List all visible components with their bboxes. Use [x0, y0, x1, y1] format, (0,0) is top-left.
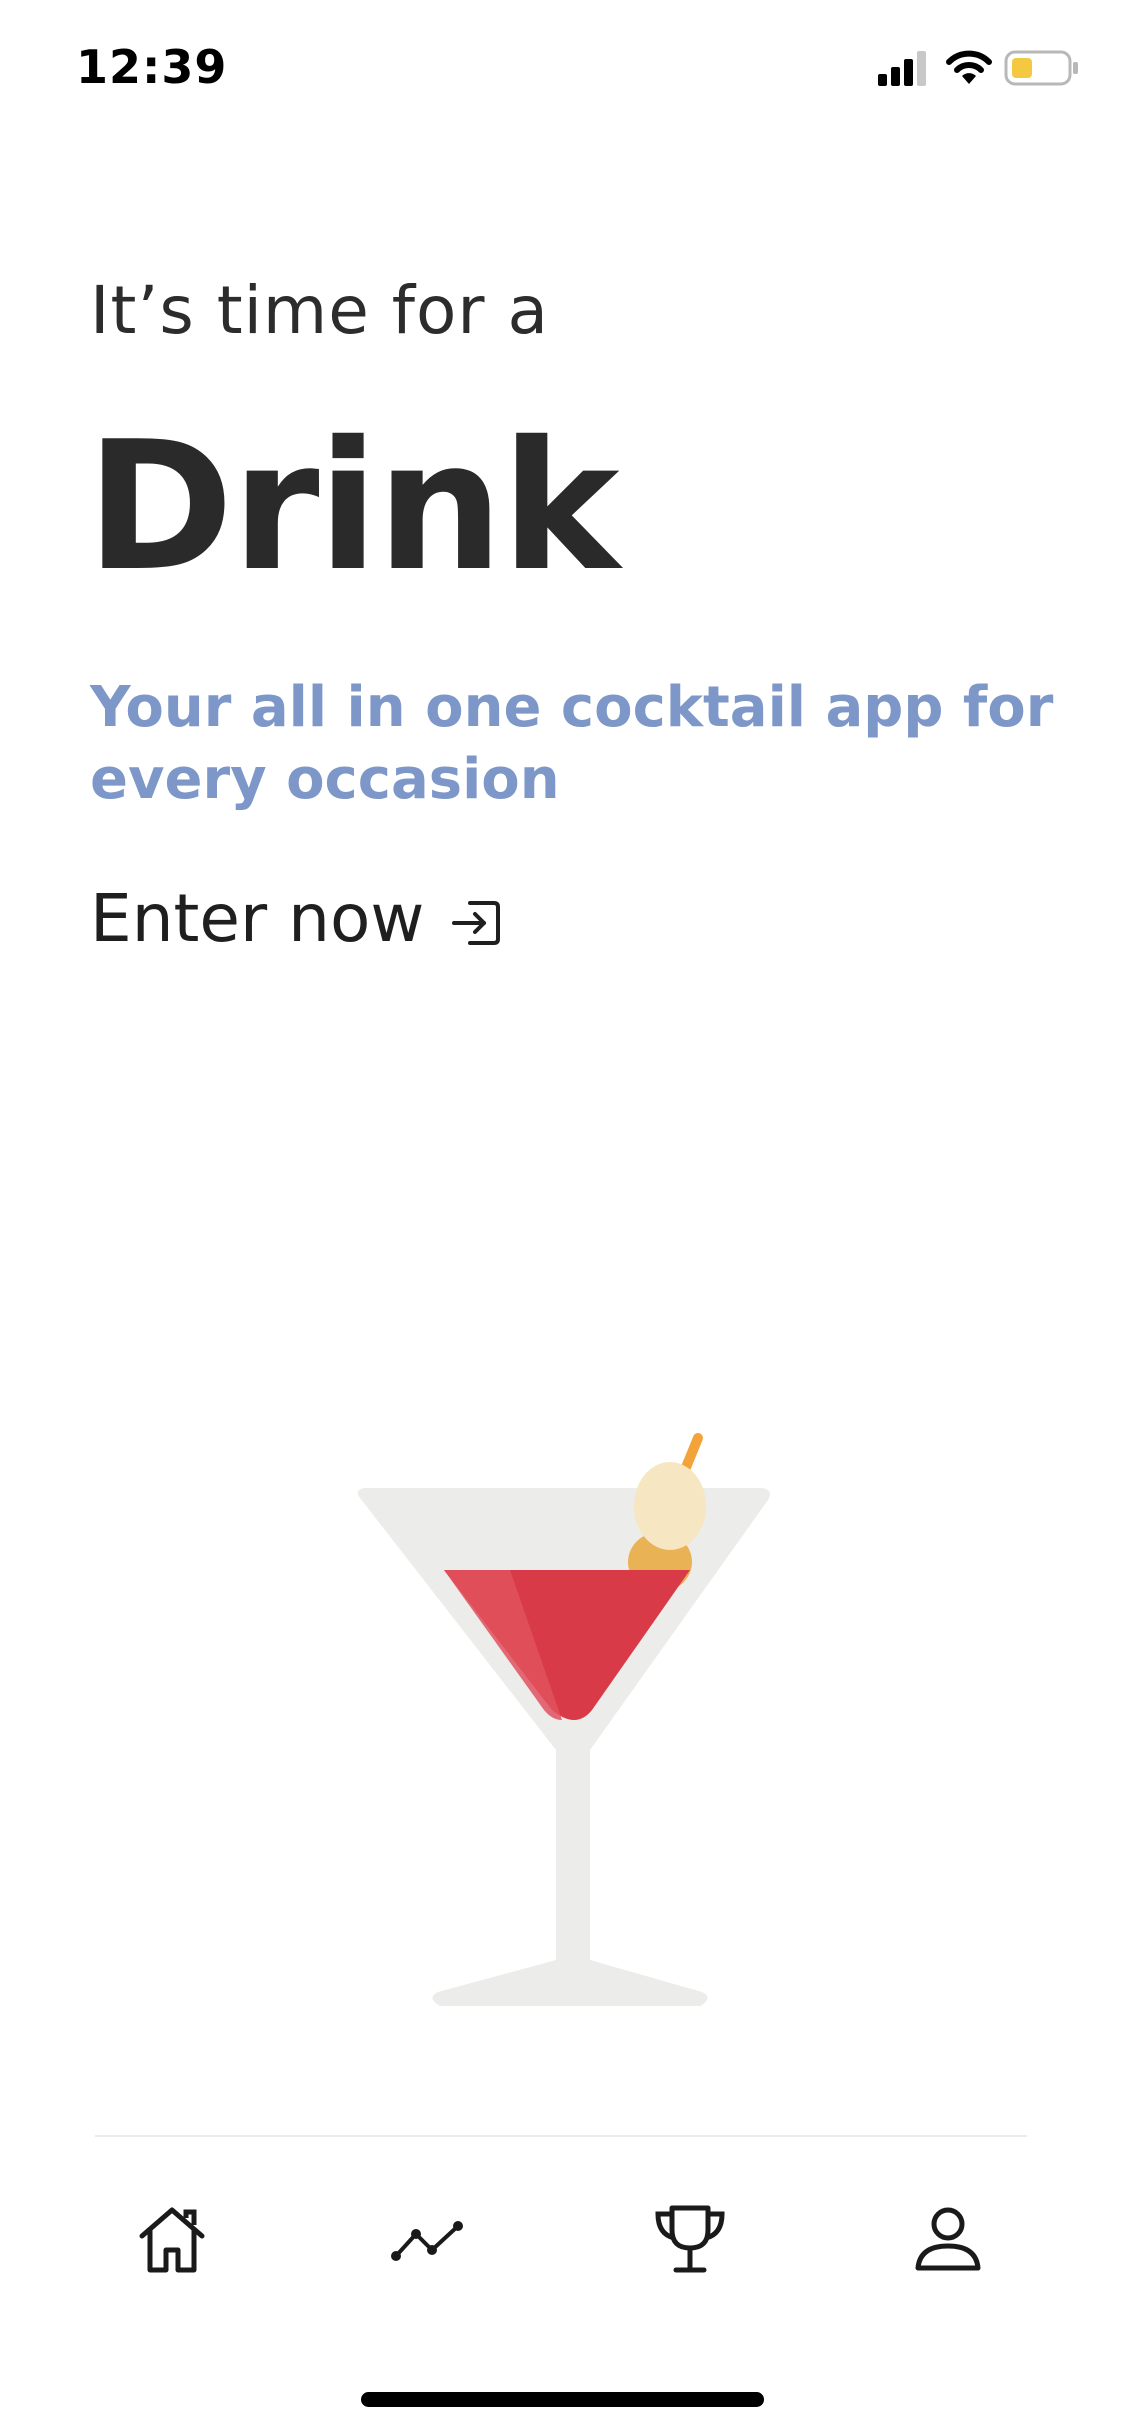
enter-now-label: Enter now [90, 879, 425, 957]
nav-home[interactable] [132, 2200, 212, 2280]
battery-icon [1004, 50, 1078, 86]
nav-trophy[interactable] [650, 2200, 730, 2280]
wifi-icon [946, 50, 992, 84]
martini-glass-icon [357, 1433, 770, 2006]
home-indicator[interactable] [361, 2392, 764, 2407]
trophy-icon [655, 2205, 725, 2273]
nav-profile[interactable] [908, 2200, 988, 2280]
page-title: Drink [86, 403, 620, 610]
home-icon [139, 2207, 205, 2273]
profile-icon [915, 2207, 981, 2271]
enter-arrow-icon [448, 890, 504, 946]
tagline: Your all in one cocktail app for every o… [90, 675, 1054, 812]
enter-now-button[interactable]: Enter now [90, 878, 504, 958]
status-bar: 12:39 [0, 0, 1125, 135]
nav-stats[interactable] [388, 2200, 468, 2280]
trend-chart-icon [391, 2221, 463, 2261]
martini-illustration [340, 1420, 800, 2030]
bottom-nav [0, 2200, 1125, 2300]
cellular-signal-icon [878, 51, 926, 86]
pre-title: It’s time for a [90, 272, 549, 349]
status-time: 12:39 [76, 40, 228, 94]
nav-divider [95, 2135, 1027, 2137]
